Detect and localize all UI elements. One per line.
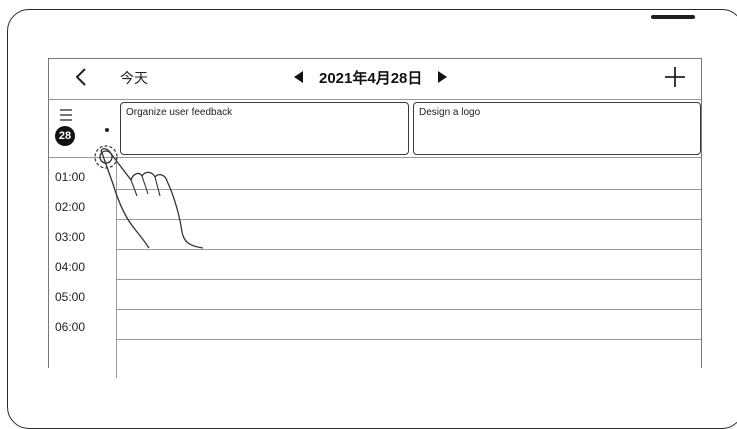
event-card[interactable]: Organize user feedback — [120, 102, 409, 155]
hour-label: 06:00 — [55, 320, 86, 334]
hour-grid[interactable]: 01:00 02:00 03:00 04:00 05:00 06:00 — [49, 158, 701, 378]
hour-label: 01:00 — [55, 170, 86, 184]
chevron-left-icon — [75, 68, 86, 86]
date-navigator: 2021年4月28日 — [289, 66, 452, 88]
hour-row[interactable]: 01:00 — [49, 158, 701, 190]
top-toolbar: 今天 2021年4月28日 — [49, 59, 701, 96]
back-button[interactable] — [69, 63, 93, 91]
hour-label: 05:00 — [55, 290, 86, 304]
hour-row[interactable]: 03:00 — [49, 218, 701, 250]
hour-line — [116, 339, 701, 340]
event-title: Organize user feedback — [126, 107, 233, 118]
add-event-button[interactable] — [662, 64, 688, 90]
header-divider — [49, 99, 701, 100]
hour-label: 03:00 — [55, 230, 86, 244]
prev-day-button[interactable] — [289, 67, 309, 87]
hour-label: 02:00 — [55, 200, 86, 214]
hour-row[interactable]: 04:00 — [49, 248, 701, 280]
triangle-right-icon — [438, 71, 448, 83]
hour-row[interactable]: 06:00 — [49, 308, 701, 340]
plus-icon — [665, 67, 685, 87]
triangle-left-icon — [294, 71, 303, 83]
event-title: Design a logo — [419, 107, 481, 118]
date-title[interactable]: 2021年4月28日 — [319, 67, 422, 88]
menu-icon[interactable] — [59, 109, 73, 121]
expand-dot[interactable] — [105, 128, 109, 132]
next-day-button[interactable] — [432, 67, 452, 87]
event-card[interactable]: Design a logo — [413, 102, 701, 155]
hour-label: 04:00 — [55, 260, 86, 274]
today-button[interactable]: 今天 — [120, 68, 148, 88]
device-power-button[interactable] — [651, 15, 695, 19]
hour-row[interactable]: 05:00 — [49, 278, 701, 310]
day-badge[interactable]: 28 — [55, 126, 75, 146]
hour-row[interactable]: 02:00 — [49, 188, 701, 220]
calendar-screen: 今天 2021年4月28日 28 Organize user feedback … — [48, 58, 702, 378]
